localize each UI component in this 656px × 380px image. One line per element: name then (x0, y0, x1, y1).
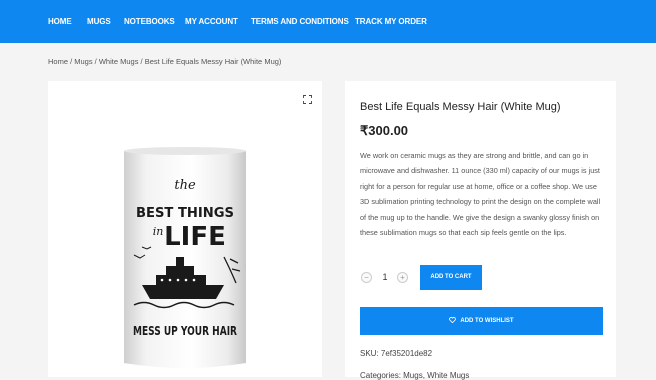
add-to-cart-button[interactable]: ADD TO CART (420, 265, 482, 290)
quantity-stepper: − 1 + (361, 267, 409, 289)
product-title: Best Life Equals Messy Hair (White Mug) (360, 101, 561, 113)
nav-track-order[interactable]: TRACK MY ORDER (355, 0, 427, 43)
quantity-input[interactable]: 1 (379, 272, 391, 282)
nav-notebooks[interactable]: NOTEBOOKS (124, 0, 175, 43)
main-nav: HOME MUGS NOTEBOOKS MY ACCOUNT TERMS AND… (0, 0, 656, 43)
breadcrumb[interactable]: Home / Mugs / White Mugs / Best Life Equ… (48, 57, 281, 66)
product-gallery: the BEST THINGS in LIFE MESS UP YOUR HAI… (48, 81, 322, 377)
mug-text-mess-up: MESS UP YOUR HAIR (133, 324, 237, 338)
product-summary: Best Life Equals Messy Hair (White Mug) … (345, 81, 616, 380)
quantity-plus-button[interactable]: + (397, 272, 408, 283)
product-image[interactable]: the BEST THINGS in LIFE MESS UP YOUR HAI… (120, 145, 250, 375)
wishlist-label: ADD TO WISHLIST (460, 318, 514, 324)
product-price: ₹300.00 (360, 123, 409, 138)
nav-home[interactable]: HOME (48, 0, 72, 43)
quantity-minus-button[interactable]: − (361, 272, 372, 283)
mug-text-life: LIFE (164, 222, 226, 252)
product-description: We work on ceramic mugs as they are stro… (360, 151, 601, 238)
add-to-wishlist-button[interactable]: ADD TO WISHLIST (360, 307, 603, 335)
product-sku: SKU: 7ef35201de82 (360, 349, 433, 358)
mug-text-the: the (174, 178, 196, 193)
nav-mugs[interactable]: MUGS (87, 0, 111, 43)
nav-terms[interactable]: TERMS AND CONDITIONS (251, 0, 349, 43)
heart-icon (449, 316, 457, 323)
mug-text-in: in (153, 225, 164, 238)
nav-my-account[interactable]: MY ACCOUNT (185, 0, 238, 43)
product-categories[interactable]: Categories: Mugs, White Mugs (360, 371, 469, 380)
zoom-icon[interactable] (303, 95, 312, 104)
mug-text-best-things: BEST THINGS (136, 205, 234, 221)
